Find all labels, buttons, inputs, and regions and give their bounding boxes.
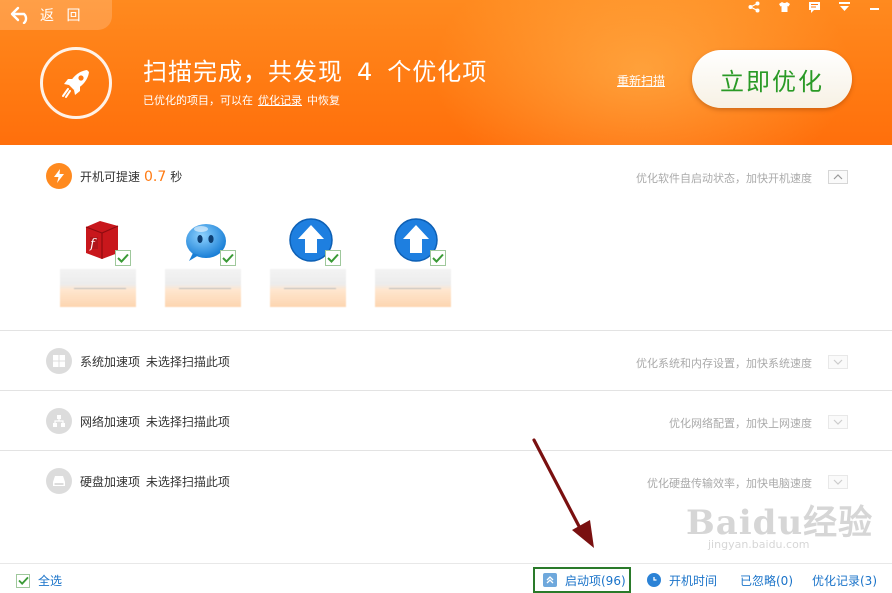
headline-prefix: 扫描完成，共发现 xyxy=(143,58,343,86)
network-title-label: 网络加速项 xyxy=(80,415,141,429)
windows-icon xyxy=(46,348,72,374)
minimize-icon[interactable] xyxy=(866,0,882,14)
select-all-label: 全选 xyxy=(38,574,63,588)
baidu-watermark: Baidu经验 jingyan.baidu.com xyxy=(686,495,876,567)
collapse-toggle[interactable] xyxy=(828,170,848,184)
boot-time-button[interactable]: 开机时间 xyxy=(647,569,717,591)
app-name-blurred xyxy=(375,269,451,307)
scan-result-subline: 已优化的项目，可以在 优化记录 中恢复 xyxy=(143,92,340,108)
startup-app-list: f xyxy=(60,217,480,317)
app-checkbox[interactable] xyxy=(115,250,131,266)
chevron-down-icon xyxy=(833,419,843,425)
optimize-history-link[interactable]: 优化记录(3) xyxy=(812,569,877,591)
back-button[interactable]: 返 回 xyxy=(0,0,112,30)
check-icon xyxy=(327,253,339,263)
expand-toggle[interactable] xyxy=(828,415,848,429)
app-name-blurred xyxy=(165,269,241,307)
rescan-link[interactable]: 重新扫描 xyxy=(617,72,665,89)
expand-toggle[interactable] xyxy=(828,355,848,369)
system-title-label: 系统加速项 xyxy=(80,355,141,369)
startup-speedup-value: 0.7 xyxy=(144,169,167,185)
checkbox-box xyxy=(16,573,30,588)
startup-section-title: 开机可提速 0.7 秒 xyxy=(80,168,182,185)
disk-section-title: 硬盘加速项 未选择扫描此项 xyxy=(80,473,230,490)
disk-section-description: 优化硬盘传输效率，加快电脑速度 xyxy=(647,477,812,490)
startup-title-label: 开机可提速 xyxy=(80,170,141,184)
clock-icon xyxy=(647,573,661,587)
back-arrow-icon xyxy=(10,6,28,24)
network-section-description: 优化网络配置，加快上网速度 xyxy=(669,417,812,430)
rocket-badge xyxy=(40,47,112,119)
app-checkbox[interactable] xyxy=(325,250,341,266)
headline-suffix: 个优化项 xyxy=(387,58,488,86)
disk-status: 未选择扫描此项 xyxy=(145,475,230,489)
subline-prefix: 已优化的项目，可以在 xyxy=(143,94,253,107)
check-icon xyxy=(222,253,234,263)
menu-icon[interactable] xyxy=(836,0,852,14)
app-name-blurred xyxy=(270,269,346,307)
back-label: 返 回 xyxy=(40,8,85,24)
history-link[interactable]: 优化记录 xyxy=(258,94,302,107)
optimize-now-button[interactable]: 立即优化 xyxy=(692,50,852,108)
system-section-description: 优化系统和内存设置，加快系统速度 xyxy=(636,357,812,370)
subline-suffix: 中恢复 xyxy=(307,94,340,107)
headline-count: 4 xyxy=(357,58,374,86)
startup-items-label: 启动项(96) xyxy=(565,573,626,588)
lightning-icon xyxy=(46,163,72,189)
window-tools xyxy=(746,0,882,14)
network-speedup-section: 网络加速项 未选择扫描此项 优化网络配置，加快上网速度 xyxy=(0,391,892,451)
ignored-label: 已忽略(0) xyxy=(740,573,793,588)
rocket-icon xyxy=(62,70,89,98)
network-status: 未选择扫描此项 xyxy=(145,415,230,429)
chevron-up-icon xyxy=(833,174,843,180)
startup-section-description: 优化软件自启动状态，加快开机速度 xyxy=(636,172,812,185)
message-icon[interactable] xyxy=(806,0,822,14)
system-section-title: 系统加速项 未选择扫描此项 xyxy=(80,353,230,370)
app-checkbox[interactable] xyxy=(220,250,236,266)
chevron-down-icon xyxy=(833,359,843,365)
boot-time-label: 开机时间 xyxy=(669,573,718,588)
share-icon[interactable] xyxy=(746,0,762,14)
history-label: 优化记录(3) xyxy=(812,573,877,588)
startup-app-item[interactable] xyxy=(165,217,245,313)
select-all-checkbox[interactable]: 全选 xyxy=(16,572,62,589)
startup-speedup-section: 开机可提速 0.7 秒 优化软件自启动状态，加快开机速度 f xyxy=(0,145,892,331)
disk-icon xyxy=(46,468,72,494)
startup-app-item[interactable] xyxy=(270,217,350,313)
startup-speedup-unit: 秒 xyxy=(170,170,183,184)
system-speedup-section: 系统加速项 未选择扫描此项 优化系统和内存设置，加快系统速度 xyxy=(0,331,892,391)
network-icon xyxy=(46,408,72,434)
expand-toggle[interactable] xyxy=(828,475,848,489)
network-section-title: 网络加速项 未选择扫描此项 xyxy=(80,413,230,430)
ignored-items-link[interactable]: 已忽略(0) xyxy=(740,569,793,591)
footer-bar: 全选 启动项(96) 开机时间 已忽略(0) 优化记录(3) xyxy=(0,563,892,593)
watermark-main: Baidu经验 xyxy=(686,503,874,543)
startup-items-button[interactable]: 启动项(96) xyxy=(533,567,631,593)
skin-icon[interactable] xyxy=(776,0,792,14)
app-checkbox[interactable] xyxy=(430,250,446,266)
chevron-down-icon xyxy=(833,479,843,485)
check-icon xyxy=(117,253,129,263)
startup-app-item[interactable]: f xyxy=(60,217,140,313)
system-status: 未选择扫描此项 xyxy=(145,355,230,369)
disk-title-label: 硬盘加速项 xyxy=(80,475,141,489)
annotation-arrow-icon xyxy=(532,438,594,548)
app-name-blurred xyxy=(60,269,136,307)
scan-result-headline: 扫描完成，共发现 4 个优化项 xyxy=(143,52,487,87)
check-icon xyxy=(17,576,29,585)
header-banner: 返 回 扫描完成，共发现 4 个优化项 已优化的项目，可以在 优化记录 中恢复 … xyxy=(0,0,892,145)
double-chevron-up-icon xyxy=(543,573,557,587)
startup-app-item[interactable] xyxy=(375,217,455,313)
check-icon xyxy=(432,253,444,263)
